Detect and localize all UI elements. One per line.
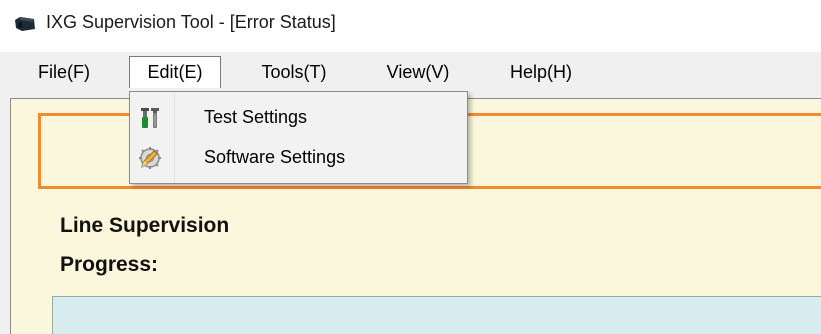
menu-edit[interactable]: Edit(E) <box>129 56 221 88</box>
menu-tools[interactable]: Tools(T) <box>249 56 339 88</box>
menu-item-software-settings[interactable]: Software Settings <box>132 140 465 176</box>
test-settings-label: Test Settings <box>204 107 308 127</box>
edit-dropdown-menu: Test Settings Software Settings <box>129 91 468 184</box>
progress-area <box>52 296 821 334</box>
pencil-gear-icon <box>138 146 162 170</box>
menu-view[interactable]: View(V) <box>374 56 462 88</box>
line-supervision-label: Line Supervision <box>60 214 230 237</box>
tools-icon <box>138 106 162 130</box>
title-bar: IXG Supervision Tool - [Error Status] <box>0 0 821 48</box>
software-settings-label: Software Settings <box>204 147 346 167</box>
menu-file[interactable]: File(F) <box>26 56 102 88</box>
progress-label: Progress: <box>60 253 159 276</box>
menu-item-test-settings[interactable]: Test Settings <box>132 100 465 136</box>
window-title: IXG Supervision Tool - [Error Status] <box>46 12 336 32</box>
app-icon <box>14 14 36 32</box>
menu-bar: File(F) Edit(E) Tools(T) View(V) Help(H) <box>0 52 821 92</box>
menu-help[interactable]: Help(H) <box>497 56 585 88</box>
